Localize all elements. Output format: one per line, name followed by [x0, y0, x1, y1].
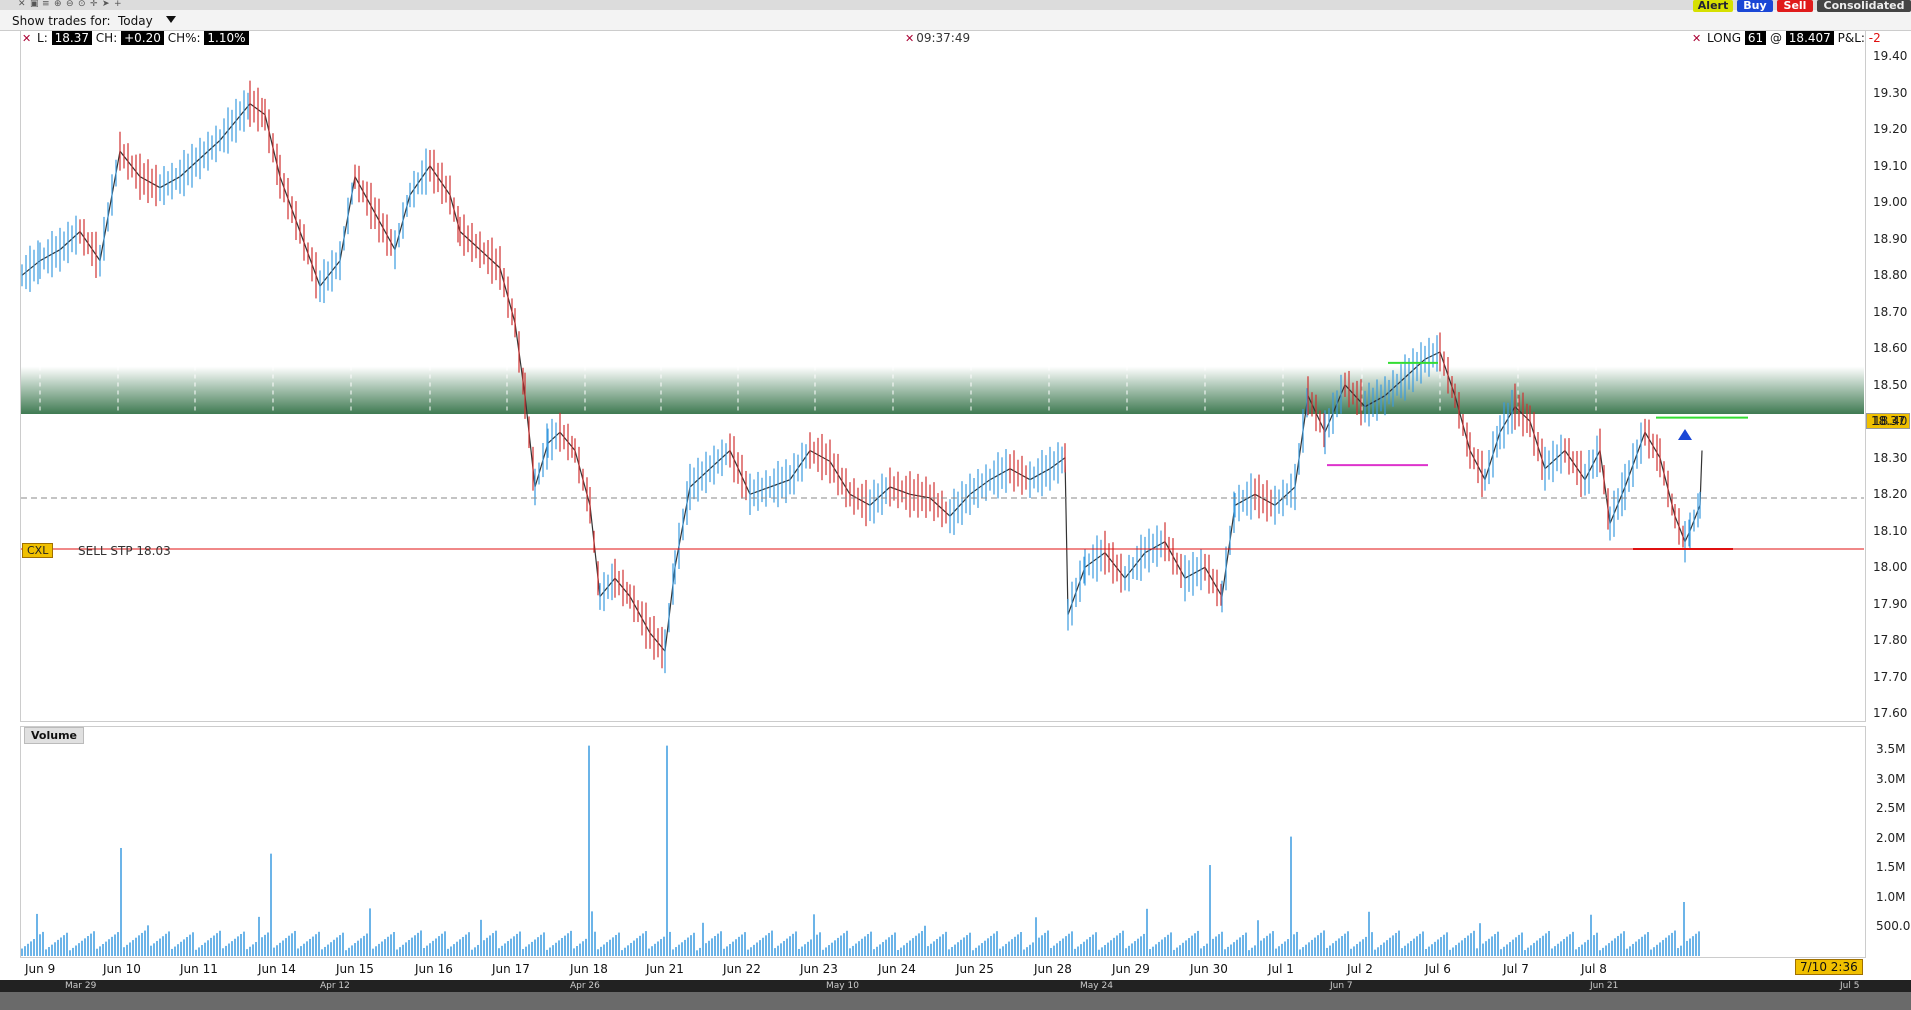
overview-date-tick: Jun 21 [1590, 981, 1619, 991]
date-tick: Jun 14 [258, 962, 296, 976]
price-tick: 19.00 [1873, 195, 1908, 209]
volume-title: Volume [24, 727, 84, 744]
position-header: ✕ LONG 61 @ 18.407 P&L: -2 [1692, 31, 1881, 45]
change-label: CH: [95, 31, 118, 45]
volume-tick: 1.0M [1876, 889, 1906, 904]
change-value: +0.20 [121, 31, 164, 45]
price-tick: 19.30 [1873, 85, 1908, 100]
price-tick: 19.20 [1873, 122, 1908, 136]
date-tick: Jun 10 [103, 962, 141, 976]
date-tick: Jun 25 [956, 962, 994, 976]
price-tick: 19.10 [1873, 158, 1908, 173]
last-value: 18.37 [51, 31, 92, 45]
date-tick: Jun 29 [1112, 962, 1150, 976]
pnl-label: P&L: [1837, 31, 1865, 45]
date-tick: Jul 8 [1581, 962, 1607, 976]
overview-date-tick: May 10 [826, 981, 859, 991]
date-tick: Jul 1 [1268, 962, 1294, 976]
date-tick: Jul 6 [1425, 962, 1451, 976]
date-tick: Jun 11 [180, 962, 218, 976]
volume-tick: 3.5M [1876, 742, 1906, 756]
price-tick: 17.60 [1873, 706, 1908, 720]
order-label: SELL STP 18.03 [78, 544, 171, 558]
overview-date-tick: Jul 5 [1840, 981, 1860, 991]
overview-date-tick: May 24 [1080, 981, 1113, 991]
position-qty: 61 [1744, 31, 1767, 45]
position-avg: 18.407 [1785, 31, 1834, 45]
date-tick: Jun 22 [723, 962, 761, 976]
price-tick: 18.10 [1873, 523, 1908, 538]
buy-arrow-icon [1678, 429, 1692, 440]
overview-date-tick: Jun 7 [1330, 981, 1353, 991]
volume-tick: 2.5M [1876, 801, 1906, 815]
date-tick: Jun 17 [492, 962, 530, 976]
volume-tick: 1.5M [1876, 860, 1906, 874]
volume-tick: 2.0M [1876, 830, 1906, 845]
price-tick: 18.70 [1873, 304, 1908, 319]
overview-scroller[interactable] [0, 980, 1911, 992]
price-tick: 18.20 [1873, 487, 1908, 501]
date-tick: Jun 21 [646, 962, 684, 976]
date-tick: Jun 30 [1190, 962, 1228, 976]
date-tick: Jul 2 [1347, 962, 1373, 976]
date-tick: Jun 24 [878, 962, 916, 976]
date-tick: Jun 28 [1034, 962, 1072, 976]
price-tick: 17.90 [1873, 596, 1908, 611]
resistance-zone [21, 366, 1864, 414]
last-label: L: [37, 31, 48, 45]
quote-header: ✕ L: 18.37 CH: +0.20 CH%: 1.10% [22, 31, 249, 45]
price-tick: 18.80 [1873, 268, 1908, 282]
date-tick: Jun 23 [800, 962, 838, 976]
price-tick: 18.40 [1873, 414, 1908, 428]
price-tick: 17.80 [1873, 633, 1908, 647]
volume-tick: 500.0K [1876, 919, 1911, 933]
close-icon[interactable]: ✕ [22, 32, 31, 45]
clock-text: 09:37:49 [916, 31, 971, 45]
date-tick: Jun 15 [336, 962, 374, 976]
close-icon[interactable]: ✕ [905, 32, 914, 45]
price-tick: 19.40 [1873, 49, 1908, 63]
overview-date-tick: Apr 12 [320, 981, 350, 991]
price-tick: 18.60 [1873, 341, 1908, 355]
price-tick: 18.90 [1873, 231, 1908, 246]
date-tick: Jun 9 [25, 962, 56, 976]
position-at: @ [1769, 31, 1782, 45]
change-pct-value: 1.10% [204, 31, 249, 45]
scrollbar[interactable] [0, 992, 1911, 1010]
cancel-order-button[interactable]: CXL [22, 543, 54, 558]
price-tick: 17.70 [1873, 669, 1908, 684]
position-side: LONG [1707, 31, 1742, 45]
volume-tick: 3.0M [1876, 771, 1906, 786]
price-tick: 18.30 [1873, 450, 1908, 465]
change-pct-label: CH%: [167, 31, 201, 45]
date-tick: Jul 7 [1503, 962, 1529, 976]
price-tick: 18.50 [1873, 377, 1908, 392]
close-icon[interactable]: ✕ [1692, 32, 1701, 45]
overview-date-tick: Mar 29 [65, 981, 97, 991]
date-tick: Jun 16 [415, 962, 453, 976]
clock: ✕ 09:37:49 [905, 31, 970, 45]
date-tick: Jun 18 [570, 962, 608, 976]
timestamp-badge: 7/10 2:36 [1795, 959, 1863, 975]
pnl-value: -2 [1868, 31, 1881, 45]
chart-canvas [21, 80, 1864, 956]
price-tick: 18.00 [1873, 560, 1908, 574]
overview-date-tick: Apr 26 [570, 981, 600, 991]
